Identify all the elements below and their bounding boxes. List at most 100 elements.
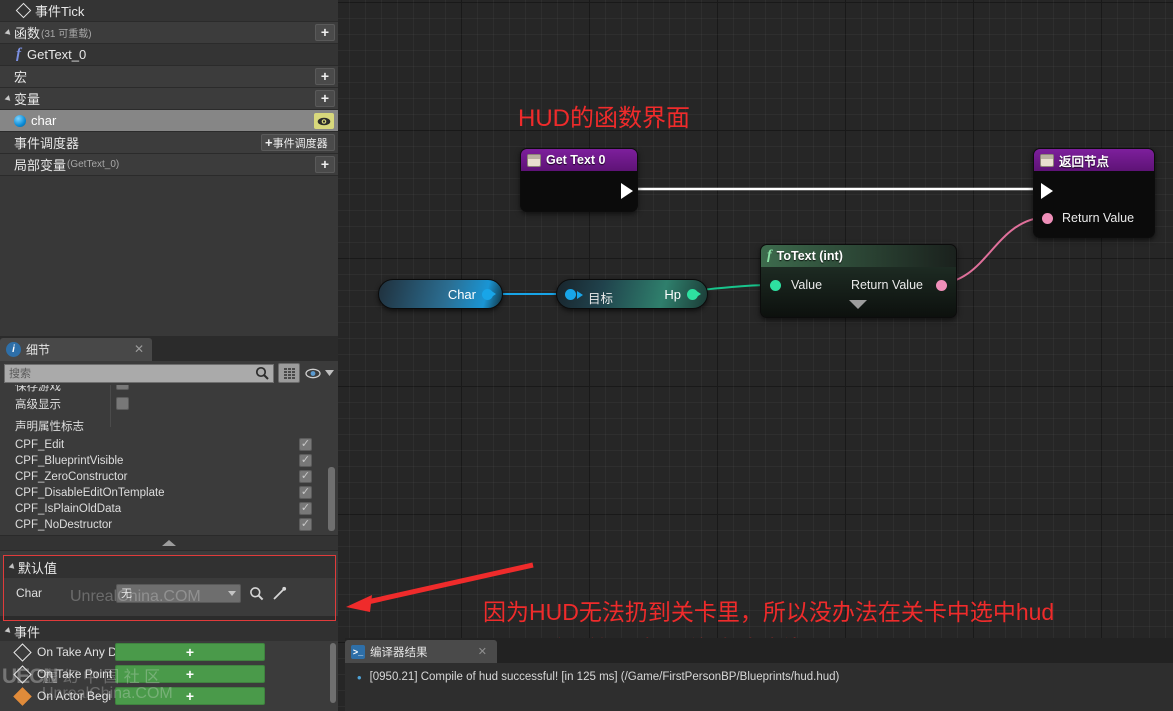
default-value-header[interactable]: 默认值 xyxy=(4,556,335,578)
checkbox[interactable] xyxy=(116,385,129,390)
compiler-results-panel: >_ 编译器结果 ✕ • [0950.21] Compile of hud su… xyxy=(345,638,1173,711)
checkbox[interactable]: ✓ xyxy=(299,454,312,467)
tab-details[interactable]: i 细节 ✕ xyxy=(0,338,152,361)
add-event-button[interactable]: + xyxy=(115,687,265,705)
compiler-messages[interactable]: • [0950.21] Compile of hud successful! [… xyxy=(345,663,1173,711)
object-variable-icon xyxy=(14,114,26,127)
chevron-down-icon xyxy=(4,94,13,103)
checkbox[interactable]: ✓ xyxy=(299,502,312,515)
close-icon[interactable]: ✕ xyxy=(478,645,487,658)
events-header[interactable]: 事件 xyxy=(0,621,338,641)
default-value-header-label: 默认值 xyxy=(18,560,58,576)
checkbox[interactable] xyxy=(116,397,129,410)
default-value-section: 默认值 Char 无 xyxy=(3,555,336,621)
my-blueprint-function-gettext0[interactable]: f GetText_0 xyxy=(0,44,338,66)
exec-input-pin[interactable] xyxy=(1041,183,1053,199)
section-functions[interactable]: 函数 (31 可重载) + xyxy=(0,22,338,44)
info-icon: i xyxy=(6,342,21,357)
compiler-message-row[interactable]: • [0950.21] Compile of hud successful! [… xyxy=(345,671,1173,684)
checkbox[interactable]: ✓ xyxy=(299,486,312,499)
target-input-pin[interactable] xyxy=(565,289,576,300)
return-value-output-pin[interactable] xyxy=(936,280,947,291)
node-return[interactable]: 返回节点 Return Value xyxy=(1033,148,1155,238)
node-title: ToText (int) xyxy=(776,249,843,263)
checkbox[interactable]: ✓ xyxy=(299,470,312,483)
grid-view-button[interactable] xyxy=(278,363,300,383)
check-icon: ✓ xyxy=(300,486,311,498)
property-label: CPF_Edit xyxy=(15,439,65,451)
blueprint-graph-canvas[interactable]: HUD的函数界面 因为HUD无法扔到关卡里，所以没办法在关卡中选中hud 从而在… xyxy=(338,0,1173,711)
property-row[interactable]: 高级显示 xyxy=(0,393,338,415)
add-event-dispatcher-button[interactable]: +事件调度器 xyxy=(261,134,335,151)
property-row[interactable]: CPF_ZeroConstructor ✓ xyxy=(0,469,338,485)
event-row-on-take-any-damage[interactable]: On Take Any D + xyxy=(0,641,338,663)
section-macros-label: 宏 xyxy=(14,70,28,85)
details-property-list[interactable]: 保存游戏 高级显示 声明属性标志 CPF_Edit ✓ CPF_Blueprin… xyxy=(0,385,338,535)
property-label: CPF_IsPlainOldData xyxy=(15,503,122,515)
node-get-text-0[interactable]: Get Text 0 xyxy=(520,148,638,212)
char-output-pin[interactable] xyxy=(482,288,493,300)
expand-node-icon[interactable] xyxy=(849,300,867,309)
node-hp-getter[interactable]: 目标 Hp xyxy=(556,279,708,309)
details-scrollbar[interactable] xyxy=(328,467,335,531)
section-event-dispatchers-label: 事件调度器 xyxy=(14,136,80,151)
event-row-on-take-point-damage[interactable]: On Take Point + xyxy=(0,663,338,685)
property-row[interactable]: CPF_Edit ✓ xyxy=(0,437,338,453)
property-row[interactable]: 保存游戏 xyxy=(0,385,338,393)
value-input-label: Value xyxy=(791,278,823,292)
node-title: Get Text 0 xyxy=(546,153,606,167)
search-input[interactable]: 搜索 xyxy=(4,363,274,383)
event-row-on-actor-begin-overlap[interactable]: On Actor Begi + xyxy=(0,685,338,707)
compiler-tabbar: >_ 编译器结果 ✕ xyxy=(345,638,1173,663)
add-variable-button[interactable]: + xyxy=(315,90,335,107)
variable-item-label: char xyxy=(31,113,57,128)
property-row[interactable]: CPF_DisableEditOnTemplate ✓ xyxy=(0,485,338,501)
add-event-button[interactable]: + xyxy=(115,665,265,683)
details-search-bar: 搜索 xyxy=(0,361,338,385)
collapse-section-button[interactable] xyxy=(0,535,338,551)
hp-output-pin[interactable] xyxy=(687,288,698,300)
my-blueprint-variable-char[interactable]: char xyxy=(0,110,338,132)
tab-compiler-results[interactable]: >_ 编译器结果 ✕ xyxy=(345,640,497,663)
value-input-pin[interactable] xyxy=(770,280,781,291)
exec-output-pin[interactable] xyxy=(621,183,633,199)
check-icon: ✓ xyxy=(300,438,311,450)
check-icon: ✓ xyxy=(300,518,311,530)
property-label: CPF_BlueprintVisible xyxy=(15,455,124,467)
eyedropper-icon[interactable] xyxy=(272,586,287,601)
add-function-button[interactable]: + xyxy=(315,24,335,41)
function-icon: f xyxy=(767,248,772,263)
close-icon[interactable]: ✕ xyxy=(134,343,144,355)
node-char-getter[interactable]: Char xyxy=(378,279,503,309)
section-event-dispatchers[interactable]: 事件调度器 +事件调度器 xyxy=(0,132,338,154)
add-macro-button[interactable]: + xyxy=(315,68,335,85)
property-row[interactable]: CPF_NoDestructor ✓ xyxy=(0,517,338,533)
check-icon: ✓ xyxy=(300,454,311,466)
section-variables[interactable]: 变量 + xyxy=(0,88,338,110)
property-row[interactable]: CPF_IsPlainOldData ✓ xyxy=(0,501,338,517)
add-event-button[interactable]: + xyxy=(115,643,265,661)
check-icon: ✓ xyxy=(300,502,311,514)
console-icon: >_ xyxy=(351,644,365,659)
checkbox[interactable]: ✓ xyxy=(299,518,312,531)
details-tabbar: i 细节 ✕ xyxy=(0,336,338,361)
bullet-icon: • xyxy=(357,670,362,685)
section-macros[interactable]: 宏 + xyxy=(0,66,338,88)
my-blueprint-event-tick[interactable]: 事件Tick xyxy=(0,0,338,22)
section-local-variables[interactable]: 局部变量 (GetText_0) + xyxy=(0,154,338,176)
variable-visibility-toggle[interactable] xyxy=(314,113,334,129)
hp-getter-label: Hp xyxy=(664,286,681,302)
tab-compiler-results-label: 编译器结果 xyxy=(370,646,428,659)
char-object-select[interactable]: 无 xyxy=(116,583,241,603)
property-row[interactable]: CPF_BlueprintVisible ✓ xyxy=(0,453,338,469)
browse-asset-icon[interactable] xyxy=(249,586,264,601)
view-options-button[interactable] xyxy=(305,368,334,379)
add-local-variable-button[interactable]: + xyxy=(315,156,335,173)
chevron-down-icon xyxy=(325,370,334,376)
default-value-row: Char 无 xyxy=(4,578,335,608)
events-scrollbar[interactable] xyxy=(330,643,336,703)
checkbox[interactable]: ✓ xyxy=(299,438,312,451)
node-to-text-int[interactable]: f ToText (int) Value Return Value xyxy=(760,244,957,318)
node-body: Value Return Value xyxy=(761,267,956,317)
return-value-pin[interactable] xyxy=(1042,213,1053,224)
